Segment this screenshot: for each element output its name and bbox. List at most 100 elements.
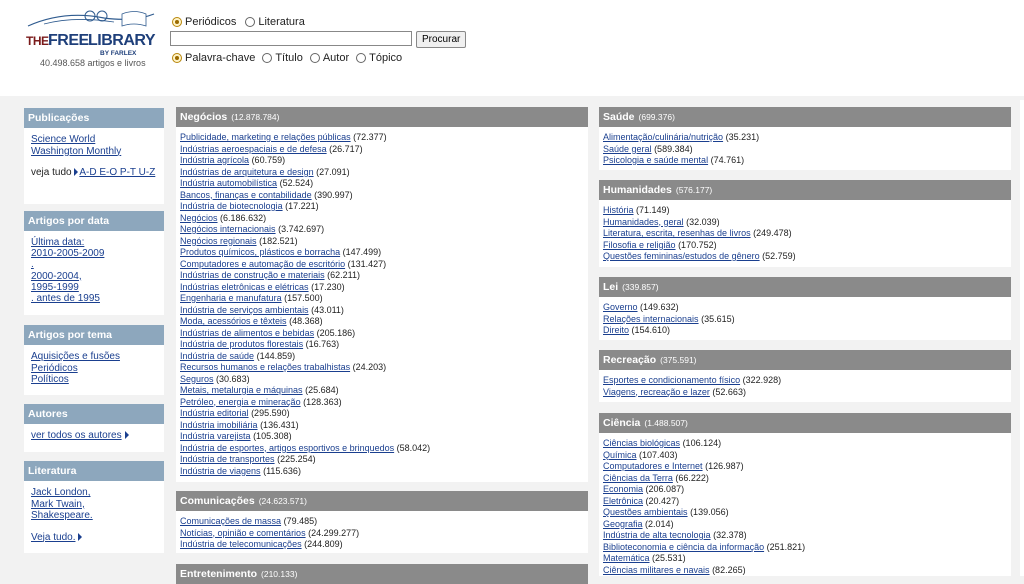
subcategory-link[interactable]: Matemática bbox=[603, 553, 650, 563]
subcategory-count: (157.500) bbox=[284, 293, 323, 303]
subcategory-link[interactable]: Direito bbox=[603, 325, 629, 335]
subcategory-link[interactable]: Viagens, recreação e lazer bbox=[603, 387, 710, 397]
subcategory-item: Economia (206.087) bbox=[603, 484, 1007, 496]
subcategory-link[interactable]: Metais, metalurgia e máquinas bbox=[180, 385, 303, 395]
author-link[interactable]: Shakespeare. bbox=[31, 510, 93, 521]
subcategory-link[interactable]: Psicologia e saúde mental bbox=[603, 155, 708, 165]
subcategory-link[interactable]: Literatura, escrita, resenhas de livros bbox=[603, 228, 751, 238]
subcategory-link[interactable]: Indústrias de arquitetura e design bbox=[180, 167, 314, 177]
subcategory-link[interactable]: Publicidade, marketing e relações públic… bbox=[180, 132, 351, 142]
subcategory-link[interactable]: Indústria de esportes, artigos esportivo… bbox=[180, 443, 394, 453]
subcategory-link[interactable]: Indústria de viagens bbox=[180, 466, 261, 476]
subcategory-link[interactable]: Produtos químicos, plásticos e borracha bbox=[180, 247, 340, 257]
subcategory-link[interactable]: Negócios internacionais bbox=[180, 224, 276, 234]
subcategory-link[interactable]: Eletrônica bbox=[603, 496, 643, 506]
subcategory-link[interactable]: Biblioteconomia e ciência da informação bbox=[603, 542, 764, 552]
subcategory-link[interactable]: Indústria de transportes bbox=[180, 454, 275, 464]
publication-link[interactable]: Washington Monthly bbox=[31, 146, 121, 157]
radio-topico[interactable] bbox=[356, 53, 367, 63]
subcategory-link[interactable]: Seguros bbox=[180, 374, 214, 384]
subcategory-link[interactable]: Indústria varejista bbox=[180, 431, 251, 441]
subcategory-link[interactable]: Negócios regionais bbox=[180, 236, 257, 246]
radio-literatura-label[interactable]: Literatura bbox=[258, 16, 304, 28]
date-link[interactable]: . antes de 1995 bbox=[31, 293, 100, 304]
search-input[interactable] bbox=[170, 31, 412, 46]
subcategory-link[interactable]: Relações internacionais bbox=[603, 314, 699, 324]
subcategory-link[interactable]: Negócios bbox=[180, 213, 218, 223]
subcategory-count: (131.427) bbox=[347, 258, 387, 269]
alphabet-index-link[interactable]: A-D E-O P-T U-Z bbox=[79, 167, 155, 178]
subcategory-link[interactable]: Petróleo, energia e mineração bbox=[180, 397, 301, 407]
subcategory-link[interactable]: Computadores e Internet bbox=[603, 461, 703, 471]
site-logo[interactable]: THE FREE LIBRARY BY FARLEX bbox=[24, 8, 164, 60]
subcategory-link[interactable]: Indústrias aeroespaciais e de defesa bbox=[180, 144, 327, 154]
radio-titulo[interactable] bbox=[262, 53, 273, 63]
author-link[interactable]: Mark Twain, bbox=[31, 499, 85, 510]
subcategory-link[interactable]: Indústrias eletrônicas e elétricas bbox=[180, 282, 309, 292]
subcategory-link[interactable]: História bbox=[603, 205, 634, 215]
publication-link[interactable]: Science World bbox=[31, 134, 95, 145]
subcategory-link[interactable]: Indústria de saúde bbox=[180, 351, 254, 361]
radio-periodicos-label[interactable]: Periódicos bbox=[185, 16, 236, 28]
subcategory-link[interactable]: Indústria editorial bbox=[180, 408, 249, 418]
date-link[interactable]: Última data: bbox=[31, 237, 84, 248]
subcategory-link[interactable]: Governo bbox=[603, 302, 638, 312]
subcategory-link[interactable]: Notícias, opinião e comentários bbox=[180, 528, 306, 538]
subcategory-link[interactable]: Indústria de serviços ambientais bbox=[180, 305, 309, 315]
search-button[interactable]: Procurar bbox=[416, 31, 467, 48]
subcategory-link[interactable]: Indústria de telecomunicações bbox=[180, 539, 302, 549]
radio-titulo-label[interactable]: Título bbox=[275, 52, 303, 64]
subcategory-link[interactable]: Filosofia e religião bbox=[603, 240, 676, 250]
subcategory-link[interactable]: Indústria de produtos florestais bbox=[180, 339, 303, 349]
date-link[interactable]: . bbox=[31, 259, 34, 270]
subcategory-count: (20.427) bbox=[645, 495, 680, 506]
subcategory-link[interactable]: Computadores e automação de escritório bbox=[180, 259, 345, 269]
subcategory-link[interactable]: Bancos, finanças e contabilidade bbox=[180, 190, 312, 200]
radio-topico-label[interactable]: Tópico bbox=[369, 52, 402, 64]
subcategory-link[interactable]: Saúde geral bbox=[603, 144, 652, 154]
subcategory-link[interactable]: Economia bbox=[603, 484, 643, 494]
subcategory-link[interactable]: Questões ambientais bbox=[603, 507, 688, 517]
subcategory-link[interactable]: Esportes e condicionamento físico bbox=[603, 375, 740, 385]
subcategory-link[interactable]: Geografia bbox=[603, 519, 643, 529]
topic-link[interactable]: Políticos bbox=[31, 374, 69, 385]
subcategory-link[interactable]: Indústrias de alimentos e bebidas bbox=[180, 328, 314, 338]
subcategory-link[interactable]: Ciências militares e navais bbox=[603, 565, 710, 575]
subcategory-link[interactable]: Indústria de biotecnologia bbox=[180, 201, 283, 211]
subcategory-link[interactable]: Engenharia e manufatura bbox=[180, 293, 282, 303]
radio-palavra-chave-label[interactable]: Palavra-chave bbox=[185, 52, 255, 64]
subcategory-link[interactable]: Questões femininas/estudos de gênero bbox=[603, 251, 760, 261]
subcategory-item: Notícias, opinião e comentários (24.299.… bbox=[180, 528, 584, 540]
subcategory-link[interactable]: Alimentação/culinária/nutrição bbox=[603, 132, 723, 142]
subcategory-link[interactable]: Indústria imobiliária bbox=[180, 420, 258, 430]
radio-palavra-chave[interactable] bbox=[172, 53, 182, 63]
scrollbar-track[interactable] bbox=[1020, 100, 1024, 576]
topic-link[interactable]: Aquisições e fusões bbox=[31, 351, 120, 362]
subcategory-link[interactable]: Indústria automobilística bbox=[180, 178, 277, 188]
subcategory-link[interactable]: Humanidades, geral bbox=[603, 217, 684, 227]
subcategory-link[interactable]: Indústria agrícola bbox=[180, 155, 249, 165]
topic-link[interactable]: Periódicos bbox=[31, 363, 78, 374]
subcategory-link[interactable]: Recursos humanos e relações trabalhistas bbox=[180, 362, 350, 372]
date-link[interactable]: 2000-2004, bbox=[31, 271, 82, 282]
subcategory-link[interactable]: Química bbox=[603, 450, 637, 460]
author-link[interactable]: Jack London, bbox=[31, 487, 91, 498]
radio-literatura[interactable] bbox=[245, 17, 256, 27]
date-link[interactable]: 2010-2005-2009 bbox=[31, 248, 104, 259]
subcategory-link[interactable]: Ciências biológicas bbox=[603, 438, 680, 448]
subcategory-count: (58.042) bbox=[396, 442, 431, 453]
subcategory-item: Computadores e Internet (126.987) bbox=[603, 461, 1007, 473]
subcategory-link[interactable]: Indústria de alta tecnologia bbox=[603, 530, 711, 540]
subcategory-link[interactable]: Comunicações de massa bbox=[180, 516, 281, 526]
radio-autor[interactable] bbox=[309, 53, 320, 63]
radio-periodicos[interactable] bbox=[172, 17, 182, 27]
literature-more-link[interactable]: Veja tudo. bbox=[31, 532, 75, 543]
date-link[interactable]: 1995-1999 bbox=[31, 282, 79, 293]
all-authors-link[interactable]: ver todos os autores bbox=[31, 430, 122, 441]
subcategory-link[interactable]: Indústrias de construção e materiais bbox=[180, 270, 325, 280]
subcategory-item: Indústria de serviços ambientais (43.011… bbox=[180, 305, 584, 317]
subcategory-item: Recursos humanos e relações trabalhistas… bbox=[180, 362, 584, 374]
subcategory-link[interactable]: Ciências da Terra bbox=[603, 473, 673, 483]
subcategory-link[interactable]: Moda, acessórios e têxteis bbox=[180, 316, 287, 326]
radio-autor-label[interactable]: Autor bbox=[323, 52, 349, 64]
